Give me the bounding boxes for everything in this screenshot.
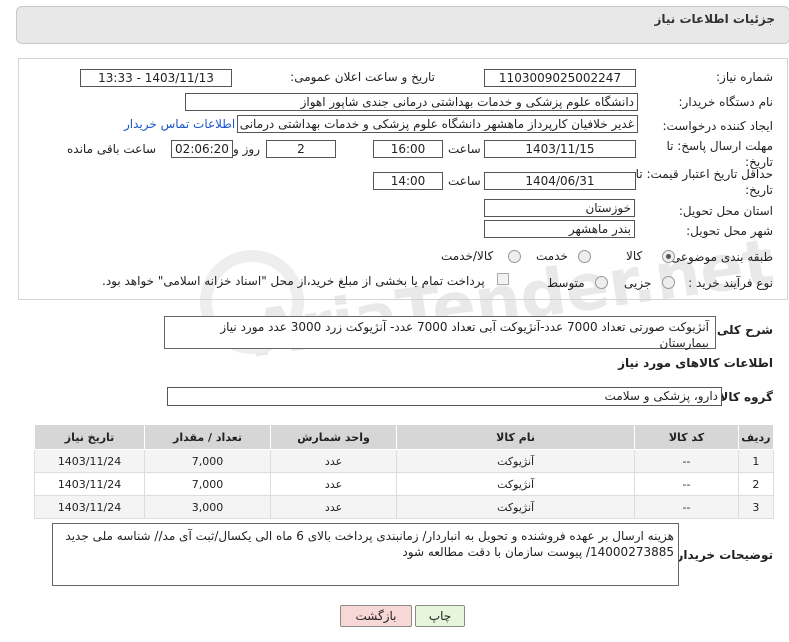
cell-code: -- [634,449,739,473]
cell-date: 1403/11/24 [33,495,146,519]
category-goods-service-label: کالا/خدمت [441,249,494,263]
cell-unit: عدد [270,449,398,473]
price-validity-date-field[interactable]: 1404/06/31 [484,172,636,190]
buyer-notes-label: توضیحات خریدار: [671,548,773,562]
cell-name: آنژیوکت [396,495,636,519]
back-button[interactable]: بازگشت [340,605,412,627]
col-date: تاریخ نیاز [33,424,146,450]
cell-unit: عدد [270,472,398,496]
table-row[interactable]: 3 -- آنژیوکت عدد 3,000 1403/11/24 [33,495,775,519]
cell-name: آنژیوکت [396,472,636,496]
need-number-field[interactable]: 1103009025002247 [484,69,636,87]
cell-name: آنژیوکت [396,449,636,473]
col-code: کد کالا [634,424,739,450]
page-title: جزئیات اطلاعات نیاز [654,12,775,26]
process-medium-label: متوسط [547,276,585,290]
cell-code: -- [634,472,739,496]
col-qty: تعداد / مقدار [144,424,272,450]
cell-qty: 7,000 [144,472,272,496]
city-label: شهر محل تحویل: [686,224,773,238]
remaining-label: ساعت باقی مانده [67,142,157,156]
summary-text: آنژیوکت صورتی تعداد 7000 عدد-آنژیوکت آبی… [220,320,709,350]
announce-field[interactable]: 1403/11/13 - 13:33 [80,69,232,87]
category-goods-label: کالا [626,249,643,263]
buyer-org-label: نام دستگاه خریدار: [678,95,774,109]
need-number-label: شماره نیاز: [716,70,773,84]
days-field[interactable]: 2 [266,140,336,158]
summary-textarea[interactable]: آنژیوکت صورتی تعداد 7000 عدد-آنژیوکت آبی… [164,316,716,350]
buyer-contact-link[interactable]: اطلاعات تماس خریدار [124,117,235,131]
buyer-notes-text: هزینه ارسال بر عهده فروشنده و تحویل به ا… [65,529,674,559]
cell-date: 1403/11/24 [33,449,146,473]
category-label: طبقه بندی موضوعی: [666,250,773,264]
requester-label: ایجاد کننده درخواست: [662,119,773,133]
goods-section-title: اطلاعات کالاهای مورد نیاز [618,356,773,370]
cell-qty: 3,000 [144,495,272,519]
cell-row: 2 [737,472,775,496]
process-minor-label: جزیی [624,276,652,290]
category-radio-goods[interactable] [662,250,675,263]
deadline-time-label: ساعت [448,142,481,156]
category-service-label: خدمت [536,249,568,263]
days-label: روز و [233,142,260,156]
treasury-payment-checkbox[interactable] [497,273,509,285]
announce-label: تاریخ و ساعت اعلان عمومی: [290,70,435,84]
cell-qty: 7,000 [144,449,272,473]
goods-group-label: گروه کالا: [714,390,773,404]
col-name: نام کالا [396,424,636,450]
province-field[interactable]: خوزستان [484,199,635,217]
goods-group-field[interactable]: دارو، پزشکی و سلامت [167,387,722,406]
cell-date: 1403/11/24 [33,472,146,496]
price-validity-time-field[interactable]: 14:00 [373,172,443,190]
requester-field[interactable]: غدیر خلافیان کارپرداز ماهشهر دانشگاه علو… [237,115,638,133]
remaining-time-field[interactable]: 02:06:20 [171,140,233,158]
cell-code: -- [634,495,739,519]
col-unit: واحد شمارش [270,424,398,450]
process-label: نوع فرآیند خرید : [688,276,773,290]
province-label: استان محل تحویل: [678,204,773,218]
treasury-payment-note: پرداخت تمام یا بخشی از مبلغ خرید،از محل … [102,274,485,288]
category-radio-service[interactable] [578,250,591,263]
cell-row: 3 [737,495,775,519]
city-field[interactable]: بندر ماهشهر [484,220,635,238]
deadline-time-field[interactable]: 16:00 [373,140,443,158]
col-row: ردیف [737,424,775,450]
goods-table-header: ردیف کد کالا نام کالا واحد شمارش تعداد /… [33,424,775,450]
table-row[interactable]: 1 -- آنژیوکت عدد 7,000 1403/11/24 [33,449,775,473]
category-radio-goods-service[interactable] [508,250,521,263]
cell-row: 1 [737,449,775,473]
cell-unit: عدد [270,495,398,519]
process-radio-minor[interactable] [662,276,675,289]
deadline-date-field[interactable]: 1403/11/15 [484,140,636,158]
process-radio-medium[interactable] [595,276,608,289]
goods-table: ردیف کد کالا نام کالا واحد شمارش تعداد /… [33,424,775,519]
print-button[interactable]: چاپ [415,605,465,627]
buyer-org-field[interactable]: دانشگاه علوم پزشکی و خدمات بهداشتی درمان… [185,93,638,111]
price-validity-time-label: ساعت [448,174,481,188]
table-row[interactable]: 2 -- آنژیوکت عدد 7,000 1403/11/24 [33,472,775,496]
buyer-notes-textarea[interactable]: هزینه ارسال بر عهده فروشنده و تحویل به ا… [52,523,679,586]
price-validity-label: حداقل تاریخ اعتبار قیمت: تا تاریخ: [635,167,773,197]
